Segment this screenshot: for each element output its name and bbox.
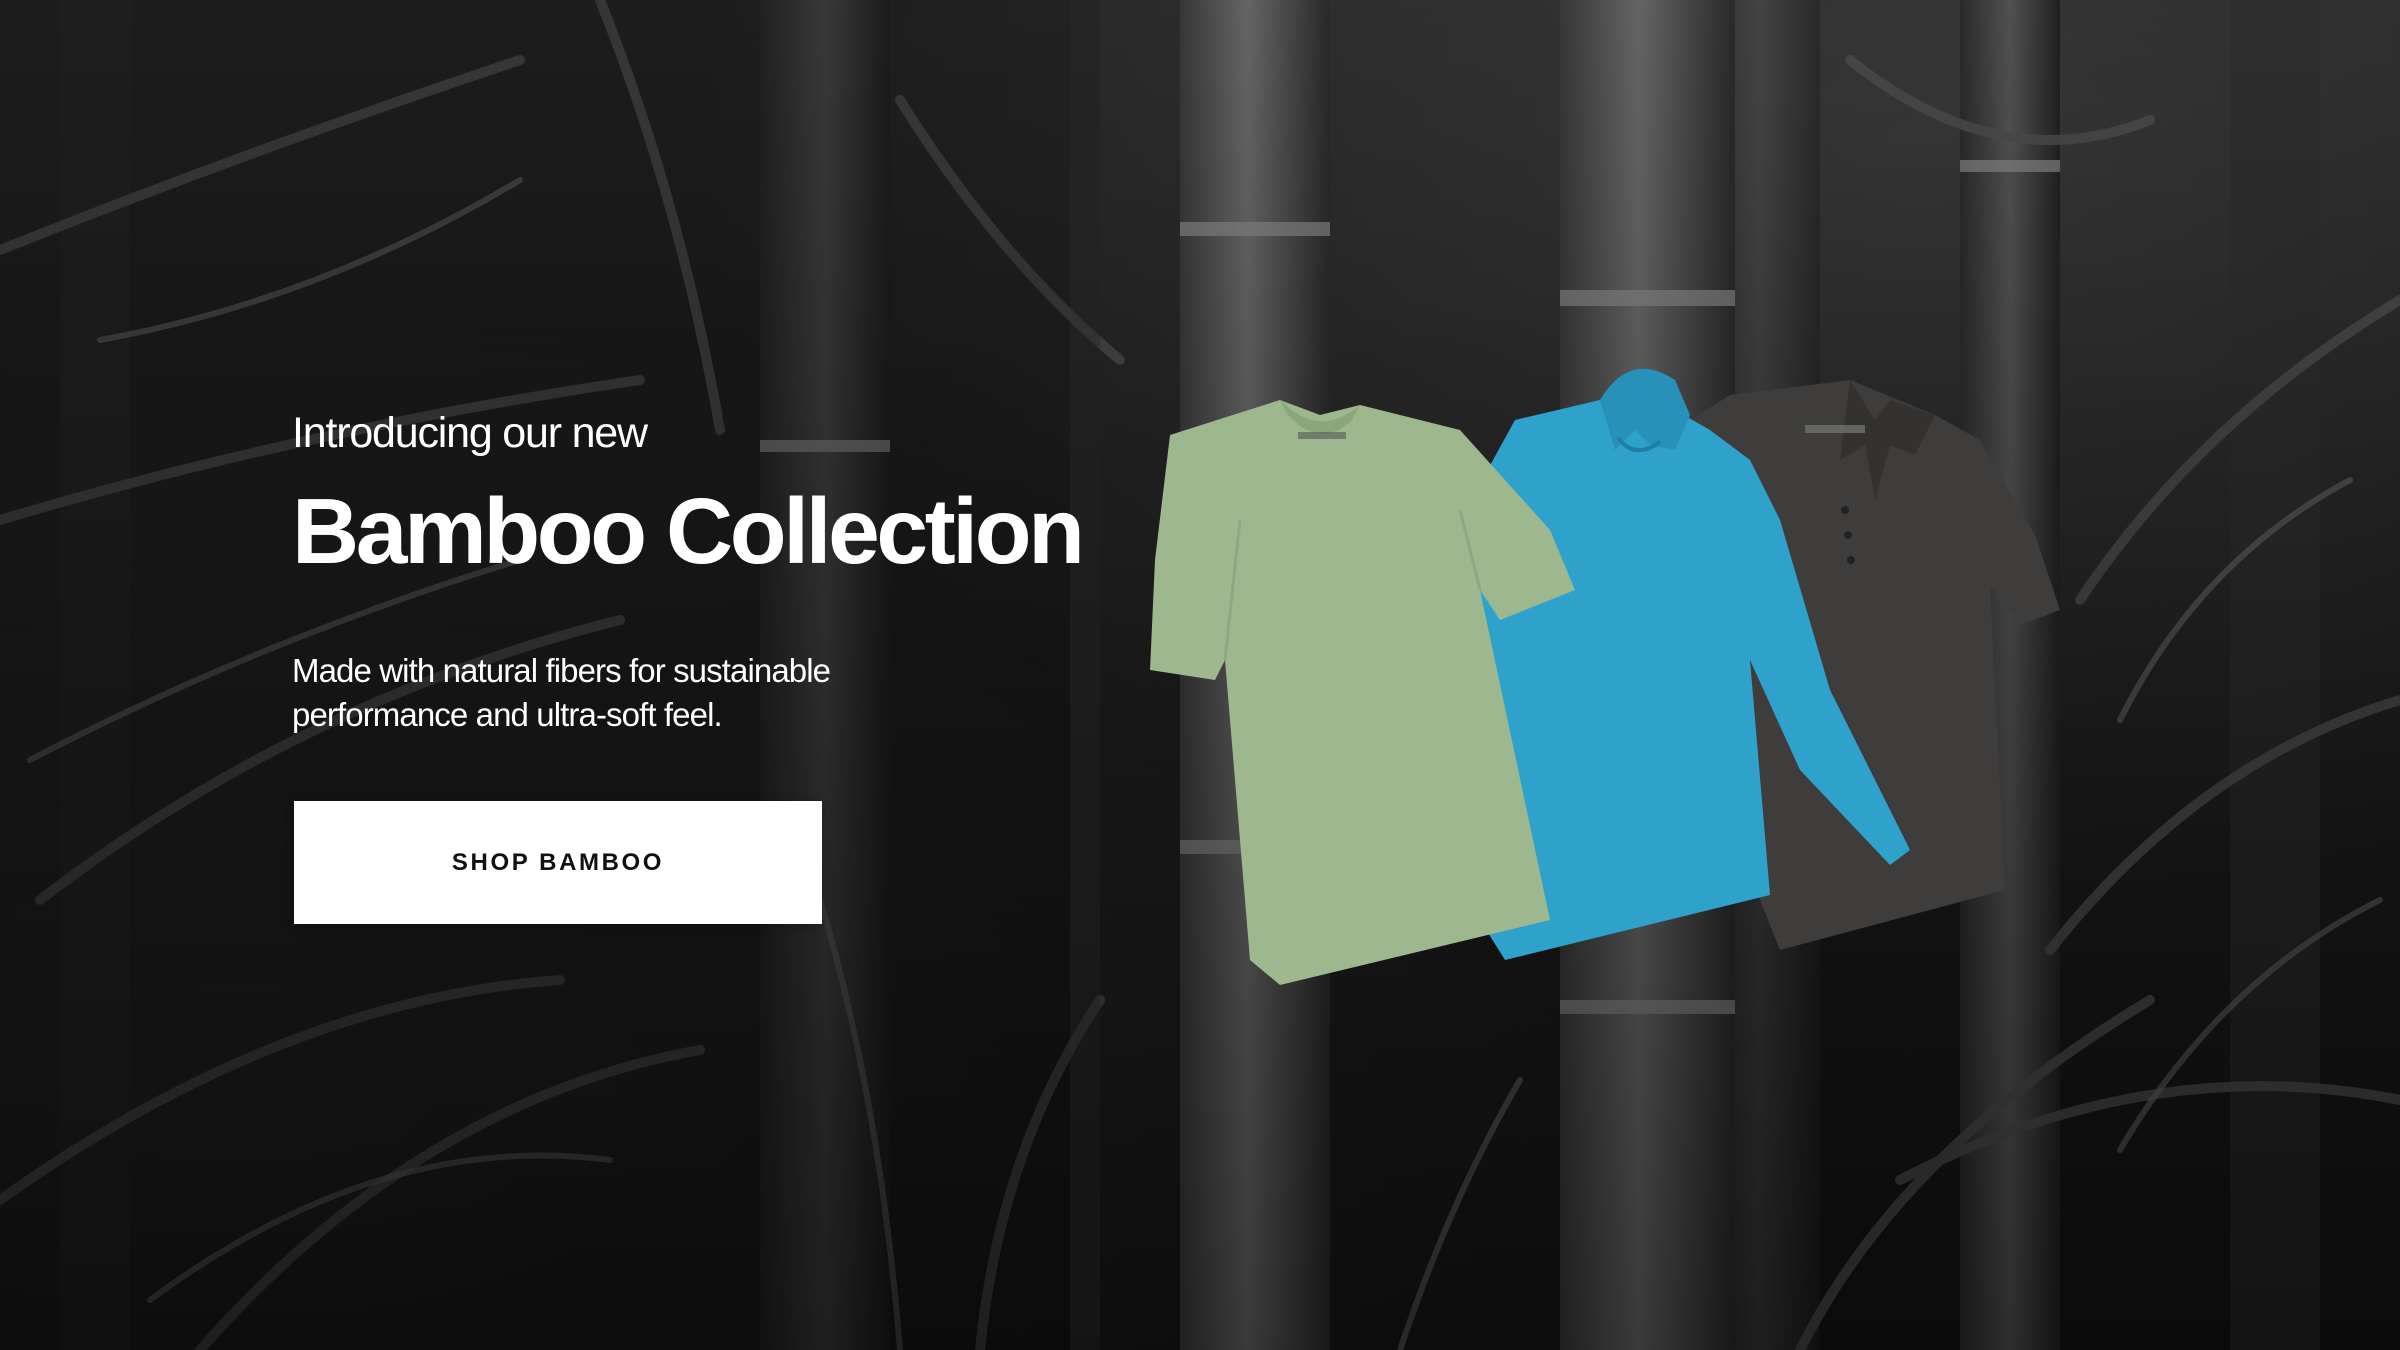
description-line-1: Made with natural fibers for sustainable xyxy=(292,651,831,689)
eyebrow-text: Introducing our new xyxy=(292,409,648,457)
hero-description: Made with natural fibers for sustainable… xyxy=(292,649,972,737)
hero-copy: Introducing our new Bamboo Collection Ma… xyxy=(292,409,1085,737)
hero-banner: Introducing our new Bamboo Collection Ma… xyxy=(0,0,2400,1350)
shop-bamboo-button-label: SHOP BAMBOO xyxy=(451,848,665,876)
hero-headline: Bamboo Collection xyxy=(292,479,1085,584)
shop-bamboo-button[interactable]: SHOP BAMBOO xyxy=(294,801,822,924)
description-line-2: performance and ultra-soft feel. xyxy=(292,695,723,733)
product-garments xyxy=(1150,368,2060,985)
